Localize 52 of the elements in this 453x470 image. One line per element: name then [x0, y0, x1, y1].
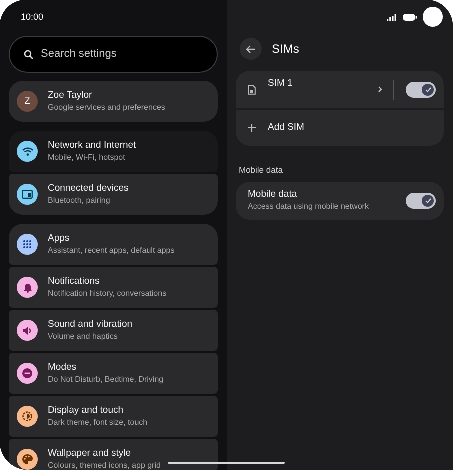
check-icon: [424, 198, 432, 204]
sim-card-icon: [248, 84, 256, 94]
back-arrow-icon: [246, 44, 256, 54]
item-subtitle: Access data using mobile network: [248, 201, 370, 212]
settings-item[interactable]: Network and Internet Mobile, Wi-Fi, hotspot: [9, 131, 218, 172]
status-time: 10:00: [21, 11, 44, 24]
item-subtitle: Colours, themed icons, app grid: [48, 460, 161, 470]
sim-label: SIM 1: [268, 78, 294, 90]
settings-item[interactable]: Wallpaper and style Colours, themed icons, app grid: [9, 439, 218, 470]
section-header: Mobile data: [239, 164, 284, 177]
item-subtitle: Dark theme, font size, touch: [48, 417, 148, 428]
page-title: SIMs: [272, 41, 300, 58]
item-title: Apps: [48, 233, 71, 245]
plus-icon: [248, 124, 256, 132]
chevron-icon: [378, 86, 383, 93]
back-button[interactable]: [240, 38, 262, 60]
settings-item[interactable]: Sound and vibration Volume and haptics: [9, 310, 218, 351]
item-subtitle: Volume and haptics: [48, 331, 119, 342]
settings-item[interactable]: Connected devices Bluetooth, pairing: [9, 174, 218, 215]
settings-item[interactable]: Notifications Notification history, conversations: [9, 267, 218, 308]
item-title: Connected devices: [48, 183, 129, 195]
settings-item[interactable]: Z Zoe Taylor Google services and preferences: [9, 81, 218, 122]
item-title: Notifications: [48, 276, 101, 288]
item-title: Wallpaper and style: [48, 448, 132, 460]
list-row[interactable]: Add SIM: [236, 110, 444, 146]
settings-item[interactable]: Modes Do Not Disturb, Bedtime, Driving: [9, 353, 218, 394]
search-bar[interactable]: Search settings: [9, 36, 218, 73]
settings-item[interactable]: Display and touch Dark theme, font size, touch: [9, 396, 218, 437]
list-row[interactable]: SIM 1: [236, 71, 444, 108]
item-title: Modes: [48, 362, 78, 374]
item-title: Display and touch: [48, 405, 125, 417]
item-title: Network and Internet: [48, 140, 136, 152]
avatar-icon: Z: [17, 91, 38, 112]
check-icon: [424, 86, 432, 92]
item-subtitle: Google services and preferences: [48, 102, 166, 113]
item-subtitle: Mobile, Wi-Fi, hotspot: [48, 152, 126, 163]
camera-cutout-icon: [423, 7, 443, 27]
toggle-switch[interactable]: [406, 192, 436, 209]
item-subtitle: Do Not Disturb, Bedtime, Driving: [48, 374, 164, 385]
settings-item[interactable]: Apps Assistant, recent apps, default apps: [9, 224, 218, 265]
search-field[interactable]: Search settings: [41, 46, 191, 63]
add-label: Add SIM: [268, 122, 304, 134]
signal-icon: [387, 14, 397, 20]
item-subtitle: Bluetooth, pairing: [48, 195, 112, 206]
item-subtitle: Notification history, conversations: [48, 288, 167, 299]
item-title: Mobile data: [248, 189, 298, 202]
item-title: Sound and vibration: [48, 319, 133, 331]
search-icon: [24, 50, 34, 60]
item-subtitle: Assistant, recent apps, default apps: [48, 245, 175, 256]
toggle-row[interactable]: Mobile data Access data using mobile network: [236, 182, 444, 220]
item-title: Zoe Taylor: [48, 90, 94, 102]
toggle-switch[interactable]: [406, 82, 436, 98]
